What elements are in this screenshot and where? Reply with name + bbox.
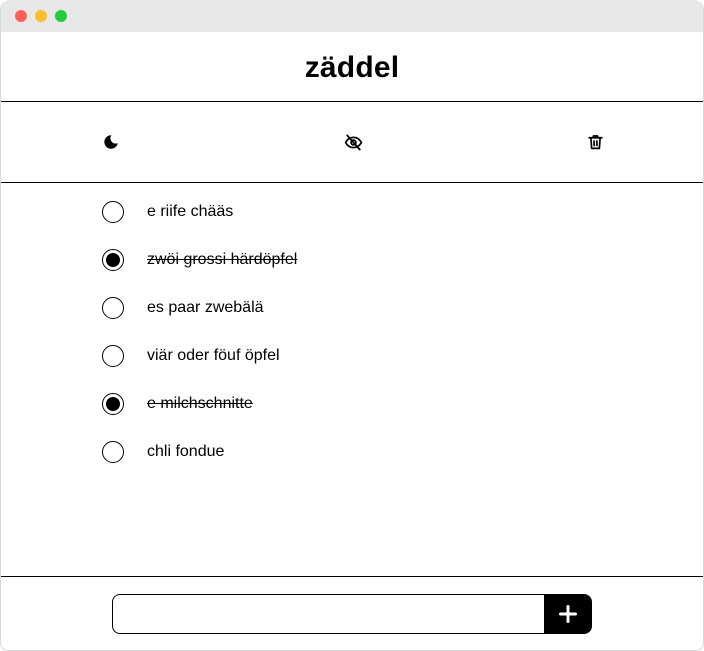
todo-label: viär oder föuf öpfel bbox=[147, 347, 280, 364]
todo-checkbox[interactable] bbox=[102, 393, 124, 415]
todo-label: zwöi grossi härdöpfel bbox=[147, 251, 298, 268]
window-minimize-button[interactable] bbox=[35, 10, 47, 22]
todo-label: e milchschnitte bbox=[147, 395, 253, 412]
app-header: zäddel bbox=[1, 32, 703, 102]
delete-completed-button[interactable] bbox=[585, 132, 605, 152]
moon-icon bbox=[104, 135, 118, 149]
todo-item[interactable]: e riife chääs bbox=[102, 199, 233, 225]
new-todo-input[interactable] bbox=[112, 594, 544, 634]
todo-item[interactable]: chli fondue bbox=[102, 439, 224, 465]
todo-label: e riife chääs bbox=[147, 203, 234, 220]
theme-toggle-button[interactable] bbox=[101, 132, 121, 152]
add-todo-bar bbox=[1, 576, 703, 650]
plus-icon bbox=[559, 605, 577, 623]
eye-off-icon bbox=[344, 134, 362, 150]
todo-list: e riife chääs zwöi grossi härdöpfel es paa… bbox=[1, 183, 703, 576]
todo-item[interactable]: zwöi grossi härdöpfel bbox=[102, 247, 297, 273]
todo-checkbox[interactable] bbox=[102, 201, 124, 223]
window-titlebar bbox=[1, 0, 703, 32]
window-maximize-button[interactable] bbox=[55, 10, 67, 22]
todo-label: es paar zwebälä bbox=[147, 299, 264, 316]
todo-item[interactable]: viär oder föuf öpfel bbox=[102, 343, 280, 369]
trash-icon bbox=[587, 135, 603, 150]
app-title: zäddel bbox=[304, 50, 400, 84]
todo-item[interactable]: e milchschnitte bbox=[102, 391, 253, 417]
todo-checkbox[interactable] bbox=[102, 345, 124, 367]
todo-checkbox[interactable] bbox=[102, 297, 124, 319]
toolbar bbox=[1, 102, 703, 183]
todo-item[interactable]: es paar zwebälä bbox=[102, 295, 264, 321]
todo-label: chli fondue bbox=[147, 443, 225, 460]
window-close-button[interactable] bbox=[15, 10, 27, 22]
app-window: zäddel e riife chääs zwöi grossi härdöpf… bbox=[0, 0, 704, 651]
todo-checkbox[interactable] bbox=[102, 249, 124, 271]
todo-checkbox[interactable] bbox=[102, 441, 124, 463]
hide-completed-button[interactable] bbox=[343, 132, 363, 152]
add-todo-button[interactable] bbox=[544, 594, 592, 634]
